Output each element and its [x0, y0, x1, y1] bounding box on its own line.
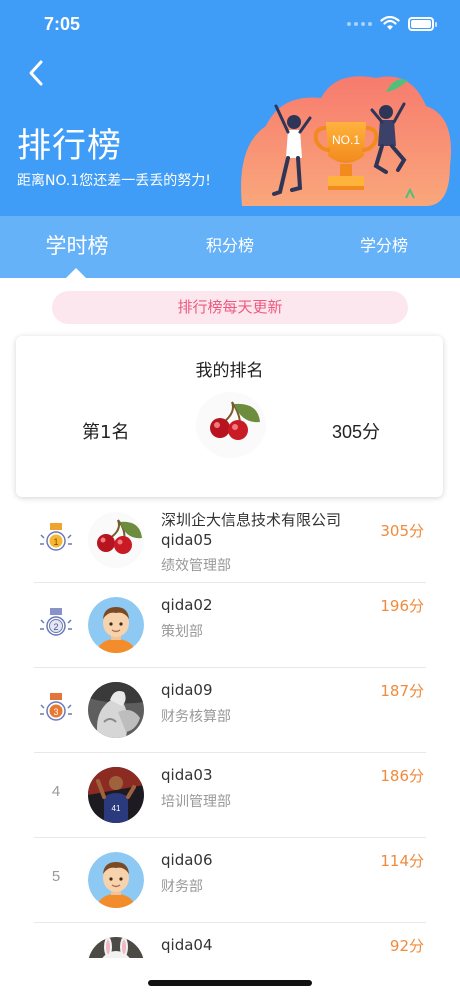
avatar [88, 597, 144, 653]
gold-medal-icon: 1 [38, 520, 74, 556]
cartoon-boy-avatar-image [88, 597, 144, 653]
user-score: 186分 [380, 767, 424, 785]
rank-number: 5 [51, 868, 61, 885]
user-score: 92分 [389, 937, 424, 955]
battery-icon [408, 16, 437, 31]
status-bar: 7:05 [0, 0, 460, 50]
cherry-avatar-image [196, 392, 266, 458]
user-name: qida04 [161, 936, 213, 954]
active-tab-indicator [66, 268, 86, 278]
my-avatar [196, 392, 266, 458]
bunny-avatar-image [88, 937, 144, 958]
trophy-illustration: NO.1 [241, 76, 451, 206]
user-department: 培训管理部 [161, 794, 231, 810]
user-name: qida03 [161, 766, 213, 784]
hands-photo-avatar-image [88, 682, 144, 738]
tab-credits[interactable]: 学分榜 [334, 216, 434, 278]
header: 7:05 排行榜 距离NO.1您还差一丢丢的努力! NO.1 [0, 0, 460, 216]
update-notice: 排行榜每天更新 [52, 291, 408, 324]
rank-number: 4 [51, 783, 61, 800]
user-department: 财务部 [161, 879, 203, 895]
home-indicator[interactable] [148, 980, 312, 986]
basketball-player-avatar-image: 41 [88, 767, 144, 823]
user-name: qida02 [161, 596, 213, 614]
ranking-row[interactable]: 3 qida09 财务核算部 187分 [0, 668, 460, 753]
wifi-icon [380, 16, 400, 30]
ranking-row[interactable]: 1 深圳企大信息技术有限公司qida05 绩效管理部 305分 [0, 498, 460, 583]
user-department: 策划部 [161, 624, 203, 640]
svg-text:41: 41 [112, 804, 121, 813]
status-time: 7:05 [44, 14, 81, 34]
user-department: 绩效管理部 [161, 558, 231, 574]
my-rank-position: 第1名 [82, 422, 130, 443]
page-title: 排行榜 [17, 126, 122, 166]
page-subtitle: 距离NO.1您还差一丢丢的努力! [17, 173, 211, 189]
avatar [88, 682, 144, 738]
ranking-row[interactable]: qida04 92分 [0, 923, 460, 958]
user-score: 114分 [380, 852, 424, 870]
trophy-label: NO.1 [332, 133, 360, 147]
svg-text:3: 3 [53, 707, 58, 717]
user-name: qida06 [161, 851, 213, 869]
user-department: 财务核算部 [161, 709, 231, 725]
svg-text:2: 2 [53, 622, 58, 632]
cartoon-boy-avatar-image [88, 852, 144, 908]
my-rank-card: 我的排名 第1名 305分 [16, 336, 443, 497]
user-name: 深圳企大信息技术有限公司qida05 [161, 511, 342, 549]
avatar [88, 937, 144, 958]
user-score: 187分 [380, 682, 424, 700]
status-icons [347, 16, 437, 31]
tab-points[interactable]: 积分榜 [180, 216, 280, 278]
back-button[interactable] [22, 56, 52, 90]
user-name: qida09 [161, 681, 213, 699]
avatar: 41 [88, 767, 144, 823]
bronze-medal-icon: 3 [38, 690, 74, 726]
cherry-avatar-image [88, 512, 144, 568]
ranking-row[interactable]: 5 qida06 财务部 114分 [0, 838, 460, 923]
avatar [88, 852, 144, 908]
chevron-left-icon [29, 60, 43, 86]
user-score: 196分 [380, 597, 424, 615]
avatar [88, 512, 144, 568]
signal-icon [347, 21, 372, 26]
ranking-row[interactable]: 2 qida02 策划部 196分 [0, 583, 460, 668]
silver-medal-icon: 2 [38, 605, 74, 641]
svg-text:1: 1 [53, 537, 58, 547]
user-score: 305分 [380, 522, 424, 540]
my-rank-title: 我的排名 [195, 361, 264, 381]
ranking-row[interactable]: 4 41 qida03 培训管理部 186分 [0, 753, 460, 838]
my-rank-score: 305分 [331, 422, 380, 442]
